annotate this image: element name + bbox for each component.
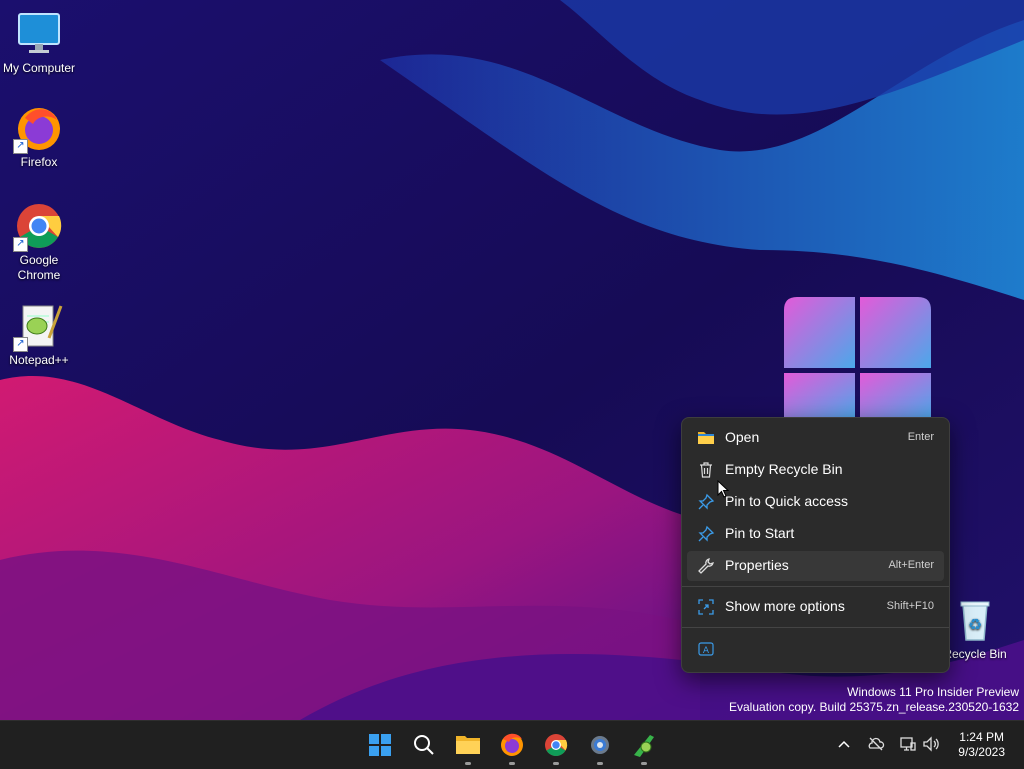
folder-icon xyxy=(697,429,715,447)
expand-icon xyxy=(697,598,715,616)
desktop-icon-label: Google Chrome xyxy=(17,253,61,282)
menu-item-shortcut: Shift+F10 xyxy=(886,600,934,612)
shortcut-arrow-icon: ↗ xyxy=(13,337,28,352)
taskbar-notepadpp[interactable] xyxy=(626,727,662,765)
evaluation-watermark: Windows 11 Pro Insider Preview Evaluatio… xyxy=(729,685,1019,715)
desktop-icon-firefox[interactable]: ↗ Firefox xyxy=(1,104,77,170)
chevron-up-icon[interactable] xyxy=(835,735,853,753)
trash-icon xyxy=(697,461,715,479)
firefox-icon: ↗ xyxy=(13,104,63,154)
notepadpp-icon: ↗ xyxy=(13,302,63,352)
start-icon xyxy=(369,734,391,756)
menu-item-label: Show more options xyxy=(725,598,845,614)
menu-item-label: Open xyxy=(725,429,760,445)
network-icon[interactable] xyxy=(899,735,917,753)
menu-item-label: Empty Recycle Bin xyxy=(725,461,843,477)
menu-item-label: Pin to Start xyxy=(725,525,795,541)
menu-item-ai-action[interactable]: A xyxy=(687,634,944,664)
menu-item-show-more-options[interactable]: Show more options Shift+F10 xyxy=(687,592,944,622)
context-menu: Open Enter Empty Recycle Bin Pin to Quic… xyxy=(681,417,950,673)
wrench-icon xyxy=(697,557,715,575)
taskbar-chrome[interactable] xyxy=(538,727,574,765)
file-explorer-icon xyxy=(456,736,480,754)
notepadpp-icon xyxy=(634,735,654,757)
menu-item-pin-to-start[interactable]: Pin to Start xyxy=(687,519,944,549)
running-indicator xyxy=(553,762,559,765)
taskbar-file-explorer[interactable] xyxy=(450,727,486,765)
recycle-bin-icon: ♻ xyxy=(951,596,999,644)
pin-icon xyxy=(697,493,715,511)
volume-icon[interactable] xyxy=(922,735,940,753)
pin-icon xyxy=(697,525,715,543)
taskbar-settings[interactable] xyxy=(582,727,618,765)
clock-date: 9/3/2023 xyxy=(958,745,1005,759)
start-button[interactable] xyxy=(362,727,398,763)
desktop-icon-label: Firefox xyxy=(20,155,58,169)
onedrive-offline-icon[interactable] xyxy=(867,735,885,753)
search-button[interactable] xyxy=(406,727,442,763)
shortcut-arrow-icon: ↗ xyxy=(13,237,28,252)
mouse-cursor xyxy=(717,480,729,498)
running-indicator xyxy=(465,762,471,765)
menu-item-properties[interactable]: Properties Alt+Enter xyxy=(687,551,944,581)
desktop-icon-label: Notepad++ xyxy=(9,353,69,367)
menu-item-shortcut: Alt+Enter xyxy=(888,559,934,571)
desktop-icon-my-computer[interactable]: My Computer xyxy=(1,10,77,76)
svg-text:A: A xyxy=(703,646,710,656)
chrome-icon xyxy=(545,734,568,756)
watermark-line: Evaluation copy. Build 25375.zn_release.… xyxy=(729,700,1019,714)
svg-text:♻: ♻ xyxy=(968,615,982,634)
chrome-icon: ↗ xyxy=(13,202,63,252)
desktop-icon-chrome[interactable]: ↗ Google Chrome xyxy=(1,202,77,283)
running-indicator xyxy=(509,762,515,765)
firefox-icon xyxy=(501,733,523,756)
menu-item-shortcut: Enter xyxy=(907,431,934,443)
menu-item-open[interactable]: Open Enter xyxy=(687,423,944,453)
desktop-icon-label: My Computer xyxy=(2,61,76,75)
taskbar-firefox[interactable] xyxy=(494,727,530,765)
shortcut-arrow-icon: ↗ xyxy=(13,139,28,154)
menu-item-label: Pin to Quick access xyxy=(725,493,848,509)
monitor-icon xyxy=(15,10,63,58)
taskbar: 1:24 PM 9/3/2023 xyxy=(0,720,1024,769)
taskbar-clock[interactable]: 1:24 PM 9/3/2023 xyxy=(958,730,1005,760)
settings-icon xyxy=(591,736,609,754)
menu-separator xyxy=(682,627,949,628)
running-indicator xyxy=(641,762,647,765)
desktop-icon-notepadpp[interactable]: ↗ Notepad++ xyxy=(1,302,77,368)
ai-text-icon: A xyxy=(697,640,715,658)
menu-separator xyxy=(682,586,949,587)
running-indicator xyxy=(597,762,603,765)
menu-item-label: Properties xyxy=(725,557,789,573)
clock-time: 1:24 PM xyxy=(959,730,1004,744)
search-icon xyxy=(414,735,434,755)
watermark-line: Windows 11 Pro Insider Preview xyxy=(847,685,1019,699)
